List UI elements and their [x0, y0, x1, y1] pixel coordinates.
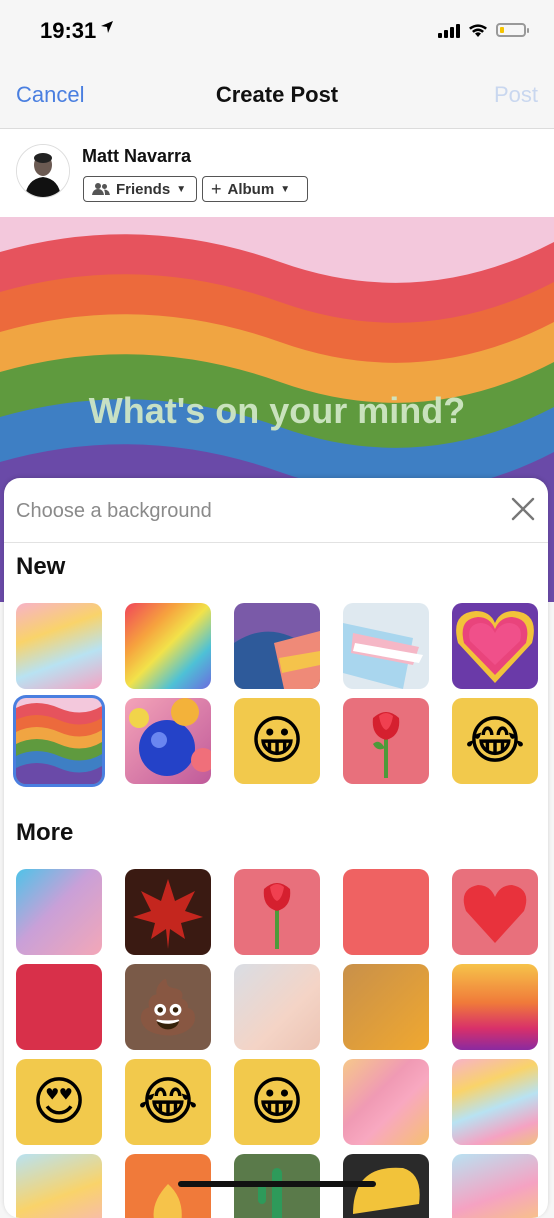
- audience-selector[interactable]: Friends ▼: [83, 176, 197, 202]
- post-button[interactable]: Post: [494, 82, 538, 108]
- background-tile[interactable]: [343, 964, 429, 1050]
- page-title: Create Post: [215, 82, 339, 107]
- author-row: Matt Navarra Friends ▼ + Album ▼: [0, 129, 554, 217]
- composer-placeholder[interactable]: What's on your mind?: [0, 390, 554, 432]
- background-tile[interactable]: [234, 603, 320, 689]
- home-indicator[interactable]: [178, 1181, 376, 1187]
- battery-icon: [496, 23, 529, 37]
- background-tile[interactable]: [343, 603, 429, 689]
- background-tile[interactable]: [125, 698, 211, 784]
- background-tile-grin-emoji[interactable]: 😀: [234, 1059, 320, 1145]
- album-label: Album: [227, 180, 275, 198]
- caret-down-icon: ▼: [280, 183, 291, 195]
- friends-icon: [92, 183, 110, 195]
- background-tile[interactable]: [343, 1059, 429, 1145]
- section-title-new: New: [16, 553, 66, 580]
- background-tile-heart[interactable]: [452, 869, 538, 955]
- background-tile[interactable]: [452, 964, 538, 1050]
- background-tile[interactable]: [16, 964, 102, 1050]
- background-tile-rose[interactable]: [234, 869, 320, 955]
- background-tile-rose[interactable]: [343, 698, 429, 784]
- avatar[interactable]: [16, 144, 70, 198]
- section-title-more: More: [16, 819, 74, 846]
- audience-label: Friends: [116, 180, 171, 198]
- signal-icon: [438, 22, 460, 38]
- background-tile[interactable]: [452, 603, 538, 689]
- background-tile[interactable]: [16, 869, 102, 955]
- background-tile-heart-eyes-emoji[interactable]: 😍: [16, 1059, 102, 1145]
- background-tile[interactable]: [452, 1059, 538, 1145]
- background-picker-sheet: Choose a background New 😀 😂 More 💩 😍 😂 😀: [4, 478, 548, 1218]
- status-time: 19:31: [40, 18, 97, 43]
- background-tile-joy-emoji[interactable]: 😂: [452, 698, 538, 784]
- background-tile[interactable]: [452, 1154, 538, 1218]
- background-tile[interactable]: [125, 603, 211, 689]
- background-tile-poop-emoji[interactable]: 💩: [125, 964, 211, 1050]
- background-tile-selected[interactable]: [16, 698, 102, 784]
- album-selector[interactable]: + Album ▼: [202, 176, 308, 202]
- wifi-icon: [469, 23, 487, 37]
- caret-down-icon: ▼: [176, 183, 187, 195]
- plus-icon: +: [211, 178, 222, 199]
- author-name: Matt Navarra: [82, 146, 192, 166]
- nav-bar: Cancel Create Post Post: [0, 62, 554, 129]
- location-arrow-icon: [100, 20, 114, 39]
- background-tile[interactable]: [234, 964, 320, 1050]
- background-tile-leaf[interactable]: [125, 869, 211, 955]
- background-tile-grin-emoji[interactable]: 😀: [234, 698, 320, 784]
- background-tile-joy-emoji[interactable]: 😂: [125, 1059, 211, 1145]
- status-bar: 19:31: [0, 0, 554, 62]
- background-tile[interactable]: [343, 869, 429, 955]
- background-tile[interactable]: [16, 1154, 102, 1218]
- sheet-title: Choose a background: [16, 500, 212, 522]
- close-icon[interactable]: [510, 496, 536, 522]
- background-tile[interactable]: [16, 603, 102, 689]
